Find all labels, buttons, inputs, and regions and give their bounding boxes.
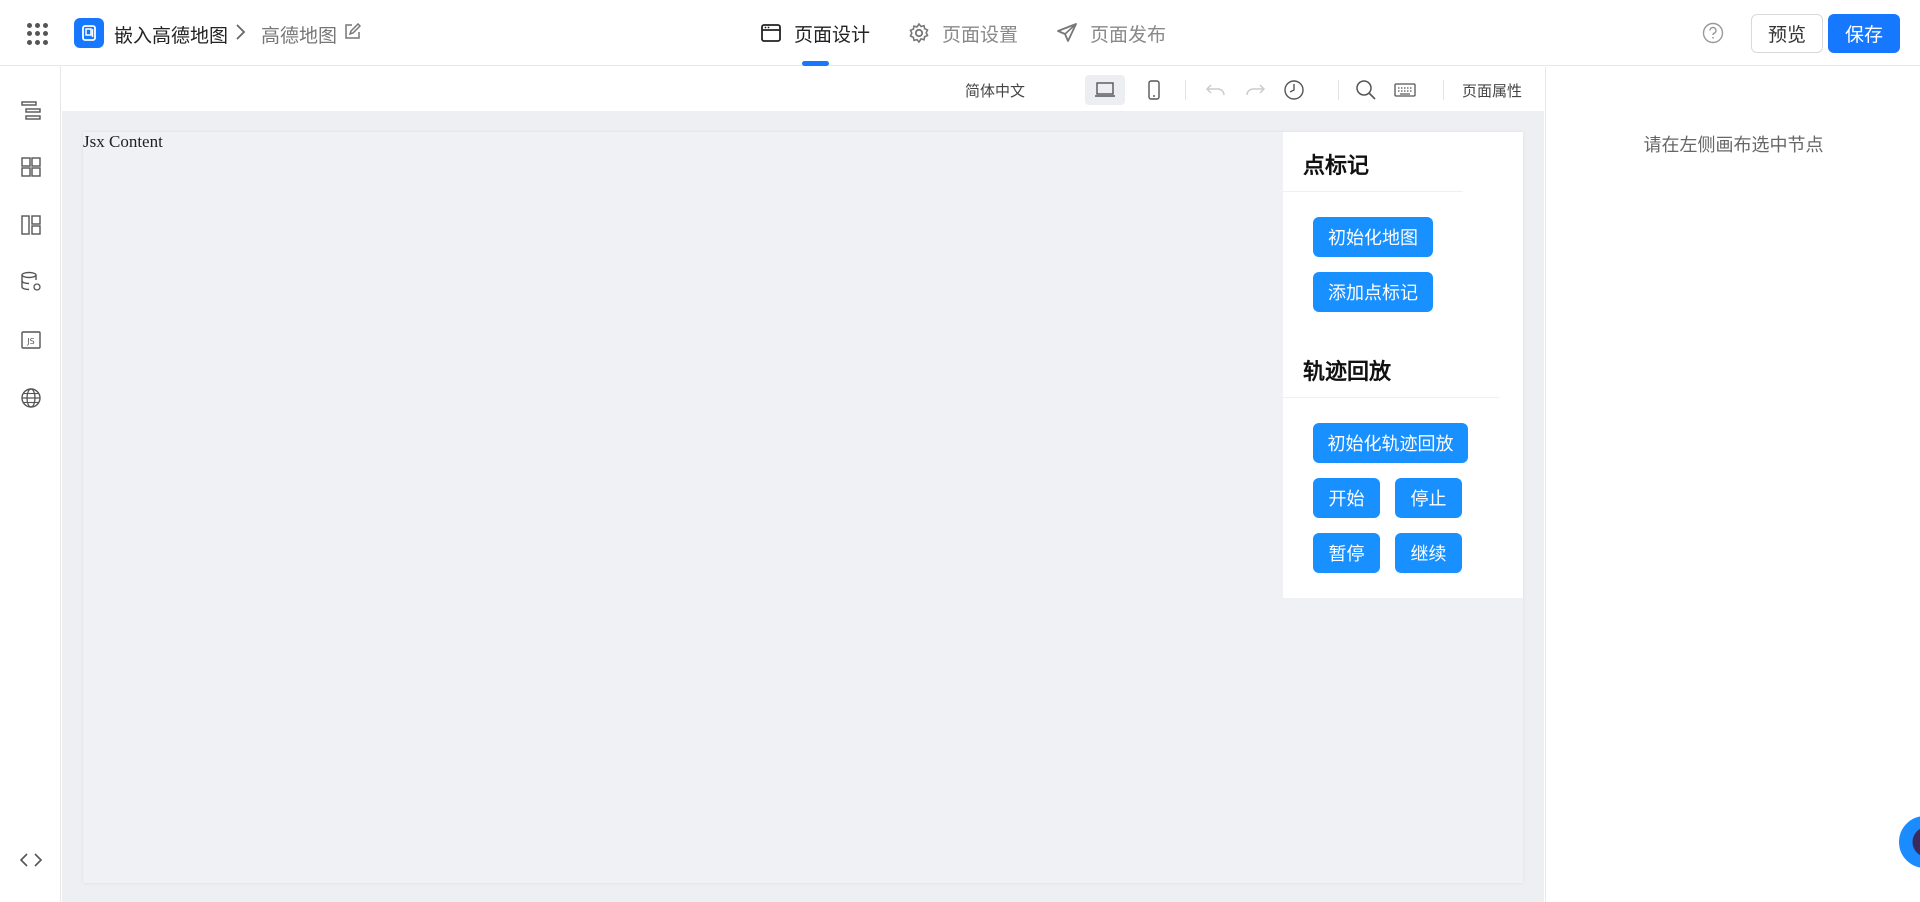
section-title-markers: 点标记 bbox=[1303, 154, 1370, 179]
left-sidebar: JS bbox=[0, 66, 61, 902]
tab-page-publish[interactable]: 页面发布 bbox=[1056, 0, 1166, 66]
pause-button[interactable]: 暂停 bbox=[1313, 533, 1380, 573]
send-icon bbox=[1056, 22, 1078, 44]
globe-icon[interactable] bbox=[19, 386, 43, 410]
top-header: 嵌入高德地图 高德地图 页面设计 页面设置 页面发布 预览 保存 bbox=[0, 0, 1920, 66]
toolbar-divider bbox=[1338, 80, 1339, 100]
jsx-content-label: Jsx Content bbox=[83, 132, 163, 151]
tab-label: 页面设置 bbox=[942, 23, 1019, 46]
undo-icon[interactable] bbox=[1196, 75, 1236, 105]
mobile-view-icon[interactable] bbox=[1134, 75, 1174, 105]
search-icon[interactable] bbox=[1346, 75, 1386, 105]
help-icon[interactable] bbox=[1702, 22, 1724, 48]
app-logo-icon bbox=[74, 18, 104, 48]
map-control-panel: 点标记 初始化地图 添加点标记 轨迹回放 初始化轨迹回放 开始 停止 暂停 继续 bbox=[1283, 132, 1523, 598]
save-button[interactable]: 保存 bbox=[1828, 14, 1900, 53]
window-icon bbox=[760, 22, 782, 44]
page-properties-button[interactable]: 页面属性 bbox=[1462, 80, 1522, 101]
chevron-right-icon bbox=[234, 23, 246, 45]
divider bbox=[1283, 397, 1499, 398]
redo-icon[interactable] bbox=[1235, 75, 1275, 105]
keyboard-icon[interactable] bbox=[1385, 75, 1425, 105]
preview-button[interactable]: 预览 bbox=[1751, 14, 1823, 53]
tab-page-settings[interactable]: 页面设置 bbox=[908, 0, 1018, 66]
toolbar-divider bbox=[1443, 80, 1444, 100]
canvas-frame[interactable]: Jsx Content 点标记 初始化地图 添加点标记 轨迹回放 初始化轨迹回放… bbox=[83, 132, 1523, 883]
divider bbox=[1283, 191, 1463, 192]
main-tabs: 页面设计 页面设置 页面发布 bbox=[760, 0, 1204, 66]
start-button[interactable]: 开始 bbox=[1313, 478, 1380, 518]
tab-label: 页面设计 bbox=[794, 23, 871, 46]
js-code-icon[interactable]: JS bbox=[19, 328, 43, 352]
svg-text:JS: JS bbox=[26, 337, 34, 346]
section-title-track-playback: 轨迹回放 bbox=[1303, 360, 1392, 385]
code-brackets-icon[interactable] bbox=[19, 848, 43, 872]
stop-button[interactable]: 停止 bbox=[1395, 478, 1462, 518]
properties-panel: 请在左侧画布选中节点 bbox=[1545, 67, 1920, 902]
breadcrumb-page-name: 高德地图 bbox=[261, 25, 338, 47]
init-map-button[interactable]: 初始化地图 bbox=[1313, 217, 1433, 257]
desktop-view-icon[interactable] bbox=[1085, 75, 1125, 105]
canvas-toolbar: 简体中文 页面属性 bbox=[62, 67, 1544, 112]
components-grid-icon[interactable] bbox=[19, 155, 43, 179]
add-marker-button[interactable]: 添加点标记 bbox=[1313, 272, 1433, 312]
datasource-icon[interactable] bbox=[19, 270, 43, 294]
tab-label: 页面发布 bbox=[1090, 23, 1167, 46]
tab-page-design[interactable]: 页面设计 bbox=[760, 0, 870, 66]
gear-icon bbox=[908, 22, 930, 44]
toolbar-divider bbox=[1185, 80, 1186, 100]
resume-button[interactable]: 继续 bbox=[1395, 533, 1462, 573]
empty-selection-hint: 请在左侧画布选中节点 bbox=[1643, 135, 1824, 156]
outline-tree-icon[interactable] bbox=[19, 98, 43, 122]
layout-icon[interactable] bbox=[19, 213, 43, 237]
apps-grid-icon[interactable] bbox=[27, 23, 49, 45]
breadcrumb-app-name[interactable]: 嵌入高德地图 bbox=[114, 21, 228, 48]
history-clock-icon[interactable] bbox=[1274, 75, 1314, 105]
edit-icon[interactable] bbox=[343, 22, 362, 45]
language-select[interactable]: 简体中文 bbox=[965, 80, 1025, 101]
init-track-playback-button[interactable]: 初始化轨迹回放 bbox=[1313, 423, 1468, 463]
